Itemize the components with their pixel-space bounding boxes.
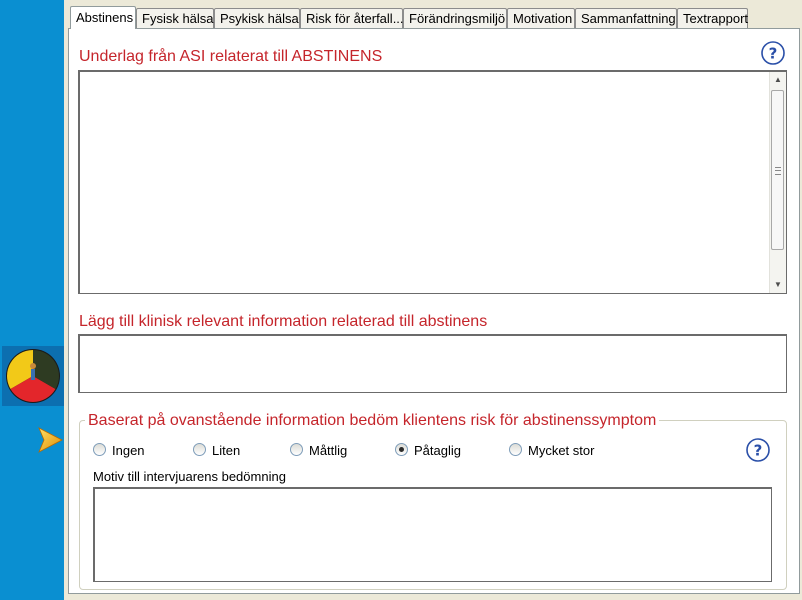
asi-underlag-textarea[interactable]: ▲ ▼: [78, 70, 787, 294]
scroll-thumb[interactable]: [771, 90, 784, 250]
tab-textrapport[interactable]: Textrapport: [677, 8, 748, 28]
pie-chart-person-icon[interactable]: [2, 346, 64, 406]
svg-text:?: ?: [754, 442, 763, 460]
tab-risk-for-aterfall[interactable]: Risk för återfall...: [300, 8, 404, 28]
left-sidebar: [0, 0, 64, 600]
help-question-icon[interactable]: ?: [746, 438, 770, 462]
scroll-down-icon[interactable]: ▼: [770, 277, 786, 293]
scroll-up-icon[interactable]: ▲: [770, 72, 786, 88]
assessment-title: Baserat på ovanstående information bedöm…: [85, 412, 660, 430]
tab-fysisk-halsa[interactable]: Fysisk hälsa: [136, 8, 214, 28]
tab-forandringsmiljo[interactable]: Förändringsmiljö: [403, 8, 507, 28]
motiv-textarea[interactable]: [93, 487, 772, 582]
tab-sammanfattning[interactable]: Sammanfattning: [575, 8, 677, 28]
svg-text:?: ?: [769, 45, 778, 63]
asi-underlag-heading: Underlag från ASI relaterat till ABSTINE…: [79, 48, 383, 65]
motiv-label: Motiv till intervjuarens bedömning: [93, 469, 286, 484]
clinical-info-textarea[interactable]: [78, 334, 787, 393]
tab-psykisk-halsa[interactable]: Psykisk hälsa: [214, 8, 300, 28]
tab-abstinens[interactable]: Abstinens: [70, 6, 136, 29]
tab-motivation[interactable]: Motivation: [507, 8, 575, 28]
vertical-scrollbar[interactable]: ▲ ▼: [769, 72, 786, 293]
help-question-icon[interactable]: ?: [761, 41, 785, 65]
arrow-right-icon[interactable]: [36, 426, 64, 459]
clinical-info-heading: Lägg till klinisk relevant information r…: [79, 313, 488, 330]
